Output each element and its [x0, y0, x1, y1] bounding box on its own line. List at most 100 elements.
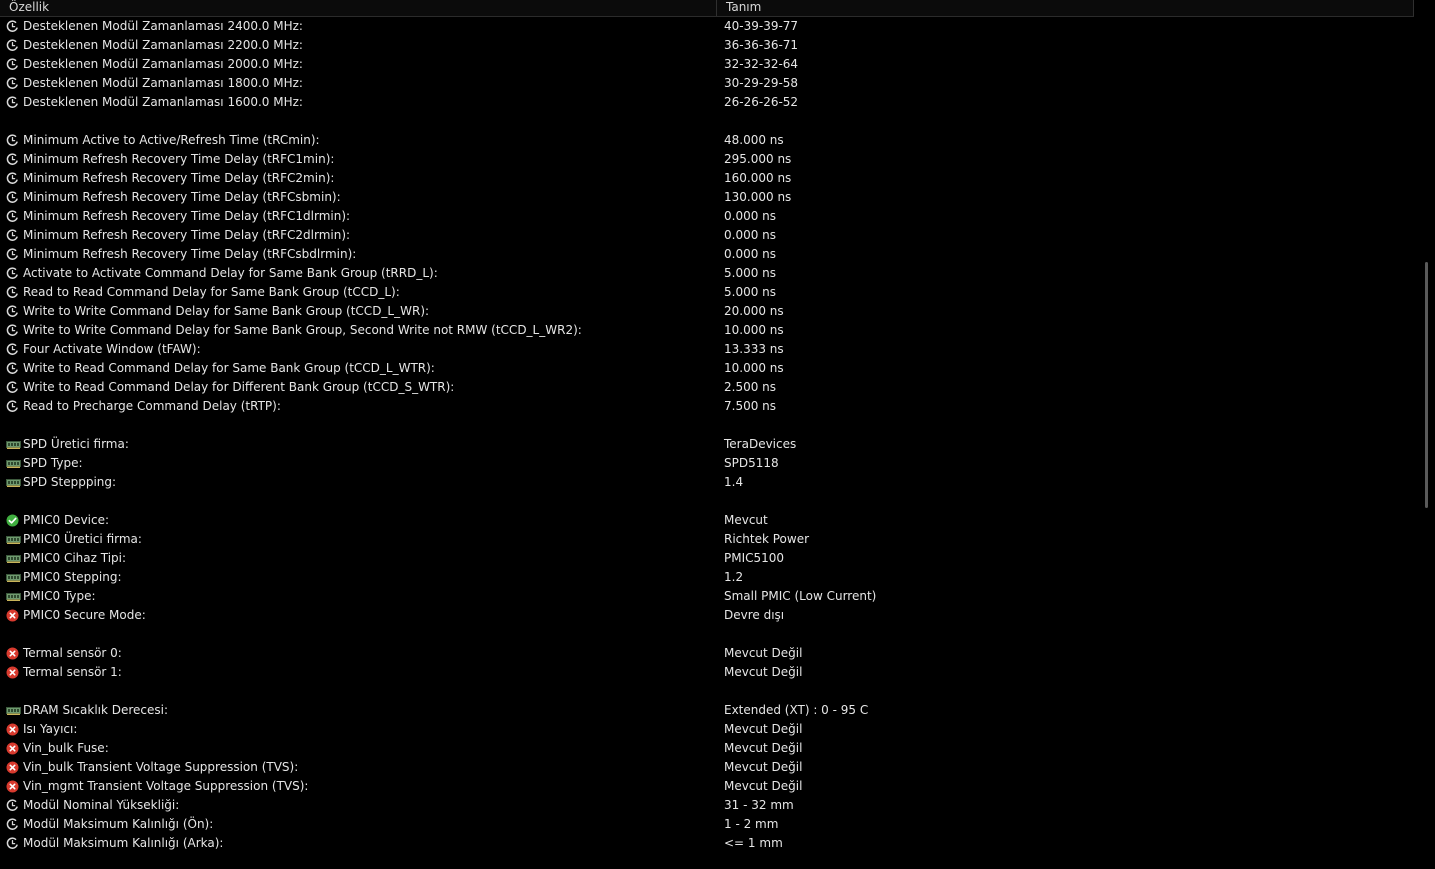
table-row[interactable]: PMIC0 Type: Small PMIC (Low Current) [0, 587, 1418, 606]
table-row[interactable]: Minimum Refresh Recovery Time Delay (tRF… [0, 226, 1418, 245]
table-row[interactable]: Vin_bulk Transient Voltage Suppression (… [0, 758, 1418, 777]
table-row[interactable]: Minimum Refresh Recovery Time Delay (tRF… [0, 150, 1418, 169]
clock-icon [6, 134, 19, 147]
table-row[interactable]: Isı Yayıcı: Mevcut Değil [0, 720, 1418, 739]
table-row[interactable]: Desteklenen Modül Zamanlaması 1800.0 MHz… [0, 74, 1418, 93]
property-value: 0.000 ns [724, 228, 777, 242]
clock-icon [6, 229, 19, 242]
error-icon [6, 609, 19, 622]
table-row[interactable]: Write to Write Command Delay for Same Ba… [0, 321, 1418, 340]
table-row[interactable]: Read to Read Command Delay for Same Bank… [0, 283, 1418, 302]
table-row[interactable]: Write to Read Command Delay for Same Ban… [0, 359, 1418, 378]
table-row[interactable]: Desteklenen Modül Zamanlaması 1600.0 MHz… [0, 93, 1418, 112]
property-value: Extended (XT) : 0 - 95 C [724, 703, 869, 717]
table-row[interactable]: DRAM Sıcaklık Derecesi: Extended (XT) : 0… [0, 701, 1418, 720]
property-label: Minimum Active to Active/Refresh Time (t… [23, 133, 320, 147]
property-value: <= 1 mm [724, 836, 783, 850]
table-row[interactable]: Minimum Refresh Recovery Time Delay (tRF… [0, 188, 1418, 207]
property-value: PMIC5100 [724, 551, 785, 565]
table-row[interactable]: Desteklenen Modül Zamanlaması 2000.0 MHz… [0, 55, 1418, 74]
table-row[interactable]: SPD Üretici firma: TeraDevices [0, 435, 1418, 454]
property-label: SPD Type: [23, 456, 83, 470]
clock-icon [6, 39, 19, 52]
clock-icon [6, 400, 19, 413]
clock-icon [6, 96, 19, 109]
table-row[interactable]: Minimum Active to Active/Refresh Time (t… [0, 131, 1418, 150]
property-label: Read to Read Command Delay for Same Bank… [23, 285, 400, 299]
table-row[interactable]: PMIC0 Üretici firma: Richtek Power [0, 530, 1418, 549]
table-row[interactable]: SPD Type: SPD5118 [0, 454, 1418, 473]
column-header: Özellik Tanım [0, 0, 1414, 17]
property-value: 10.000 ns [724, 361, 784, 375]
check-icon [6, 514, 19, 527]
property-value: 1.4 [724, 475, 744, 489]
table-row[interactable]: Minimum Refresh Recovery Time Delay (tRF… [0, 207, 1418, 226]
property-value: TeraDevices [724, 437, 797, 451]
property-value: 5.000 ns [724, 285, 777, 299]
property-label: Desteklenen Modül Zamanlaması 2000.0 MHz… [23, 57, 303, 71]
table-row[interactable]: Minimum Refresh Recovery Time Delay (tRF… [0, 245, 1418, 264]
clock-icon [6, 20, 19, 33]
memory-chip-icon [6, 552, 21, 565]
property-label: PMIC0 Üretici firma: [23, 532, 142, 546]
property-label: Termal sensör 1: [23, 665, 122, 679]
table-row[interactable]: Vin_bulk Fuse: Mevcut Değil [0, 739, 1418, 758]
error-icon [6, 723, 19, 736]
clock-icon [6, 210, 19, 223]
scrollbar-thumb[interactable] [1425, 262, 1428, 508]
table-row[interactable]: Activate to Activate Command Delay for S… [0, 264, 1418, 283]
clock-icon [6, 324, 19, 337]
separator-row [0, 416, 1418, 435]
property-label: Read to Precharge Command Delay (tRTP): [23, 399, 281, 413]
table-row[interactable]: Modül Maksimum Kalınlığı (Arka): <= 1 mm [0, 834, 1418, 853]
property-value: 1.2 [724, 570, 744, 584]
table-row[interactable]: Modül Maksimum Kalınlığı (Ön): 1 - 2 mm [0, 815, 1418, 834]
property-label: Minimum Refresh Recovery Time Delay (tRF… [23, 152, 335, 166]
property-value: 31 - 32 mm [724, 798, 794, 812]
clock-icon [6, 837, 19, 850]
clock-icon [6, 58, 19, 71]
table-row[interactable]: Read to Precharge Command Delay (tRTP): 7… [0, 397, 1418, 416]
table-row[interactable]: Four Activate Window (tFAW): 13.333 ns [0, 340, 1418, 359]
property-label: Modül Maksimum Kalınlığı (Arka): [23, 836, 224, 850]
property-label: Vin_bulk Transient Voltage Suppression (… [23, 760, 299, 774]
column-header-value[interactable]: Tanım [717, 0, 1414, 16]
property-label: Desteklenen Modül Zamanlaması 2400.0 MHz… [23, 19, 303, 33]
table-row[interactable]: Termal sensör 0: Mevcut Değil [0, 644, 1418, 663]
property-label: Four Activate Window (tFAW): [23, 342, 201, 356]
table-row[interactable]: Desteklenen Modül Zamanlaması 2400.0 MHz… [0, 17, 1418, 36]
property-label: Isı Yayıcı: [23, 722, 78, 736]
table-row[interactable]: PMIC0 Stepping: 1.2 [0, 568, 1418, 587]
memory-chip-icon [6, 438, 21, 451]
table-row[interactable]: Write to Write Command Delay for Same Ba… [0, 302, 1418, 321]
column-header-property[interactable]: Özellik [0, 0, 717, 16]
property-value: Mevcut Değil [724, 665, 803, 679]
property-value: SPD5118 [724, 456, 779, 470]
table-row[interactable]: Desteklenen Modül Zamanlaması 2200.0 MHz… [0, 36, 1418, 55]
property-label: Modül Nominal Yüksekliği: [23, 798, 180, 812]
table-row[interactable]: PMIC0 Secure Mode: Devre dışı [0, 606, 1418, 625]
table-row[interactable]: PMIC0 Device: Mevcut [0, 511, 1418, 530]
table-row[interactable]: Termal sensör 1: Mevcut Değil [0, 663, 1418, 682]
table-row[interactable]: PMIC0 Cihaz Tipi: PMIC5100 [0, 549, 1418, 568]
property-value: Mevcut Değil [724, 646, 803, 660]
property-label: Minimum Refresh Recovery Time Delay (tRF… [23, 247, 357, 261]
property-label: PMIC0 Secure Mode: [23, 608, 146, 622]
table-row[interactable]: Modül Nominal Yüksekliği: 31 - 32 mm [0, 796, 1418, 815]
property-value: Devre dışı [724, 608, 785, 622]
property-value: Richtek Power [724, 532, 810, 546]
property-label: Desteklenen Modül Zamanlaması 1800.0 MHz… [23, 76, 303, 90]
table-row[interactable]: SPD Steppping: 1.4 [0, 473, 1418, 492]
clock-icon [6, 153, 19, 166]
property-value: Mevcut Değil [724, 741, 803, 755]
property-label: Write to Read Command Delay for Same Ban… [23, 361, 435, 375]
table-row[interactable]: Minimum Refresh Recovery Time Delay (tRF… [0, 169, 1418, 188]
property-value: 2.500 ns [724, 380, 777, 394]
property-value: 32-32-32-64 [724, 57, 799, 71]
table-row[interactable]: Vin_mgmt Transient Voltage Suppression (… [0, 777, 1418, 796]
property-value: 26-26-26-52 [724, 95, 799, 109]
table-row[interactable]: Write to Read Command Delay for Differen… [0, 378, 1418, 397]
separator-row [0, 492, 1418, 511]
clock-icon [6, 381, 19, 394]
vertical-scrollbar[interactable] [1418, 0, 1435, 869]
